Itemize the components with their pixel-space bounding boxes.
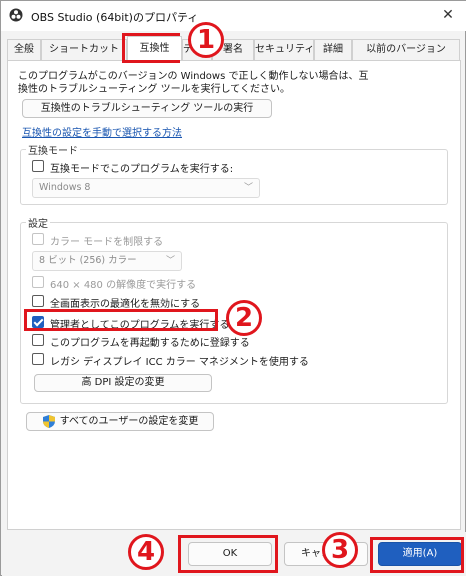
annotation-box-apply: [370, 537, 464, 573]
tab-shortcut[interactable]: ショートカット: [41, 39, 127, 60]
annotation-badge-1: 1: [188, 22, 224, 58]
res-640-label: 640 × 480 の解像度で実行する: [50, 280, 197, 291]
obs-app-icon: [9, 8, 23, 22]
run-troubleshooter-button[interactable]: 互換性のトラブルシューティング ツールの実行: [22, 99, 272, 118]
compatibility-panel: このプログラムがこのバージョンの Windows で正しく動作しない場合は、互 …: [7, 60, 461, 530]
register-restart-checkbox[interactable]: [32, 334, 44, 346]
color-depth-value: 8 ビット (256) カラー: [39, 255, 137, 266]
annotation-badge-3: 3: [322, 532, 358, 568]
settings-group-label: 設定: [26, 215, 50, 230]
compat-os-value: Windows 8: [39, 182, 91, 193]
window-title: OBS Studio (64bit)のプロパティ: [31, 11, 199, 24]
chevron-down-icon: ﹀: [243, 183, 253, 193]
tab-general[interactable]: 全般: [7, 39, 41, 60]
fullscreen-opt-checkbox[interactable]: [32, 295, 44, 307]
compat-os-select[interactable]: Windows 8 ﹀: [32, 178, 260, 198]
intro-line-1: このプログラムがこのバージョンの Windows で正しく動作しない場合は、互: [18, 71, 369, 82]
tab-compatibility[interactable]: 互換性: [127, 36, 182, 60]
intro-line-2: 換性のトラブルシューティング ツールを実行してください。: [18, 84, 290, 95]
tab-security[interactable]: セキュリティ: [254, 39, 314, 60]
chevron-down-icon: ﹀: [165, 256, 175, 266]
register-restart-label: このプログラムを再起動するために登録する: [50, 338, 250, 349]
compat-mode-group-label: 互換モード: [26, 142, 80, 157]
compat-mode-checkbox[interactable]: [32, 160, 44, 172]
res-640-checkbox[interactable]: [32, 276, 44, 288]
uac-shield-icon: [43, 415, 55, 428]
tab-details[interactable]: 詳細: [314, 39, 352, 60]
fullscreen-opt-label: 全画面表示の最適化を無効にする: [50, 299, 201, 310]
close-icon[interactable]: ✕: [433, 3, 463, 27]
properties-window: OBS Studio (64bit)のプロパティ ✕ 全般 ショートカット 互換…: [0, 0, 466, 576]
tab-previous-versions[interactable]: 以前のバージョン: [352, 39, 460, 60]
high-dpi-button[interactable]: 高 DPI 設定の変更: [34, 374, 212, 392]
annotation-badge-2: 2: [226, 300, 262, 336]
title-bar: OBS Studio (64bit)のプロパティ ✕: [1, 1, 466, 31]
legacy-icc-checkbox[interactable]: [32, 353, 44, 365]
all-users-label: すべてのユーザーの設定を変更: [59, 416, 199, 427]
compat-mode-label: 互換モードでこのプログラムを実行する:: [50, 164, 234, 175]
tab-strip: 全般 ショートカット 互換性 デジタ 署名 セキュリティ 詳細 以前のバージョン: [7, 36, 461, 61]
color-mode-checkbox[interactable]: [32, 233, 44, 245]
manual-settings-link[interactable]: 互換性の設定を手動で選択する方法: [22, 124, 182, 139]
annotation-box-ok: [178, 535, 278, 573]
annotation-box-run-as-admin: [24, 309, 218, 331]
color-depth-select[interactable]: 8 ビット (256) カラー ﹀: [32, 251, 182, 271]
legacy-icc-label: レガシ ディスプレイ ICC カラー マネジメントを使用する: [50, 357, 309, 368]
intro-text: このプログラムがこのバージョンの Windows で正しく動作しない場合は、互 …: [18, 70, 448, 96]
annotation-badge-4: 4: [128, 534, 164, 570]
color-mode-label: カラー モードを制限する: [50, 237, 164, 248]
all-users-button[interactable]: すべてのユーザーの設定を変更: [26, 412, 214, 431]
